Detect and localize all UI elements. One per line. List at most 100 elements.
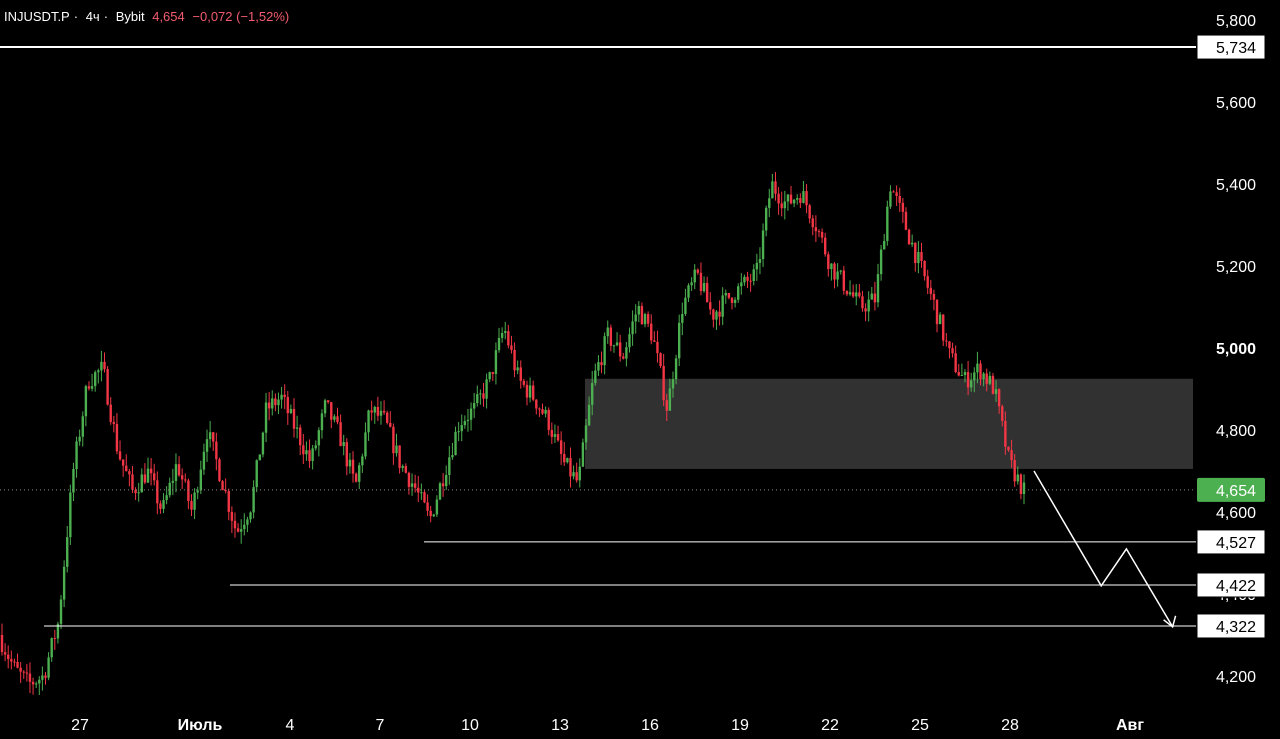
candle-body — [435, 499, 439, 515]
candle-body — [538, 408, 541, 410]
candle-body — [100, 361, 103, 371]
candle-body — [789, 194, 793, 204]
candle-body — [926, 276, 929, 288]
candle-body — [886, 206, 889, 241]
candle-body — [606, 327, 609, 337]
candle-body — [879, 249, 883, 275]
candle-body — [671, 379, 675, 389]
candle-body — [193, 492, 196, 510]
candle-body — [817, 231, 821, 233]
candle-body — [513, 349, 516, 371]
candle-body — [718, 311, 721, 317]
candle-body — [376, 406, 380, 416]
price-chart[interactable]: 5,8005,6005,4005,2005,0004,8004,6004,400… — [0, 0, 1280, 739]
candle-body — [556, 434, 560, 441]
candle-body — [115, 423, 119, 452]
candle-body — [615, 342, 619, 346]
candle-body — [969, 380, 973, 388]
candle-body — [836, 271, 839, 280]
candle-body — [75, 441, 78, 470]
candle-body — [758, 259, 762, 263]
y-tick-label: 4,200 — [1216, 669, 1256, 686]
candle-body — [705, 283, 709, 303]
candle-body — [84, 386, 88, 417]
candle-body — [662, 365, 665, 401]
candle-body — [712, 309, 715, 320]
candle-body — [507, 331, 510, 346]
candle-body — [423, 492, 426, 503]
x-tick-label: Июль — [178, 717, 223, 734]
candle-body — [830, 263, 833, 270]
current-price-label: 4,654 — [1216, 483, 1256, 500]
candle-body — [851, 292, 855, 297]
candle-body — [591, 383, 594, 405]
candle-body — [153, 473, 156, 481]
candle-body — [842, 270, 846, 291]
candle-body — [535, 399, 538, 409]
candle-body — [907, 229, 911, 245]
candle-body — [1013, 460, 1016, 482]
candle-body — [162, 500, 165, 509]
candle-body — [892, 191, 895, 193]
candle-body — [749, 280, 752, 282]
y-tick-label: 4,600 — [1216, 505, 1256, 522]
candle-body — [314, 445, 317, 449]
candle-body — [609, 327, 613, 346]
candle-body — [373, 406, 376, 413]
candle-body — [336, 416, 339, 423]
candle-body — [904, 211, 908, 230]
candle-body — [491, 372, 495, 374]
candle-body — [50, 638, 53, 658]
x-tick-label: Авг — [1116, 717, 1144, 734]
candle-body — [988, 375, 992, 384]
candle-body — [861, 296, 864, 309]
candle-body — [677, 322, 681, 359]
candle-body — [625, 347, 628, 359]
candle-body — [13, 661, 16, 663]
candle-body — [531, 385, 535, 400]
candle-body — [109, 404, 112, 422]
candle-body — [721, 295, 724, 317]
candle-body — [923, 260, 926, 277]
candle-body — [544, 409, 547, 414]
candle-body — [575, 472, 578, 481]
y-tick-label: 5,400 — [1216, 177, 1256, 194]
candle-body — [559, 440, 563, 454]
candle-body — [768, 198, 771, 208]
candle-body — [469, 408, 473, 420]
candle-body — [407, 472, 411, 487]
candle-body — [62, 566, 66, 600]
candle-body — [348, 459, 352, 467]
candle-body — [118, 451, 122, 460]
candle-body — [202, 451, 206, 470]
candle-body — [942, 314, 945, 341]
candle-body — [991, 375, 995, 394]
candle-body — [504, 331, 507, 334]
candle-body — [482, 393, 485, 399]
candle-body — [317, 430, 321, 446]
resistance-zone — [585, 378, 1193, 469]
candle-body — [935, 299, 939, 325]
candle-body — [326, 400, 330, 403]
candle-body — [979, 363, 982, 380]
candle-body — [786, 194, 790, 202]
candle-body — [674, 358, 678, 380]
candle-body — [131, 474, 134, 490]
candle-body — [612, 345, 616, 347]
candle-body — [476, 394, 479, 404]
candle-body — [550, 429, 554, 437]
candle-body — [410, 483, 414, 487]
candle-body — [901, 202, 905, 212]
candle-body — [438, 483, 442, 500]
candle-body — [1019, 474, 1023, 495]
candle-body — [367, 410, 370, 433]
candle-body — [283, 394, 286, 398]
candle-body — [236, 528, 240, 532]
candle-body — [41, 675, 44, 680]
candle-body — [292, 408, 296, 429]
candle-body — [929, 287, 933, 294]
candle-body — [286, 397, 289, 414]
candle-body — [973, 372, 976, 381]
candle-body — [699, 272, 703, 292]
y-tick-label: 4,800 — [1216, 423, 1256, 440]
